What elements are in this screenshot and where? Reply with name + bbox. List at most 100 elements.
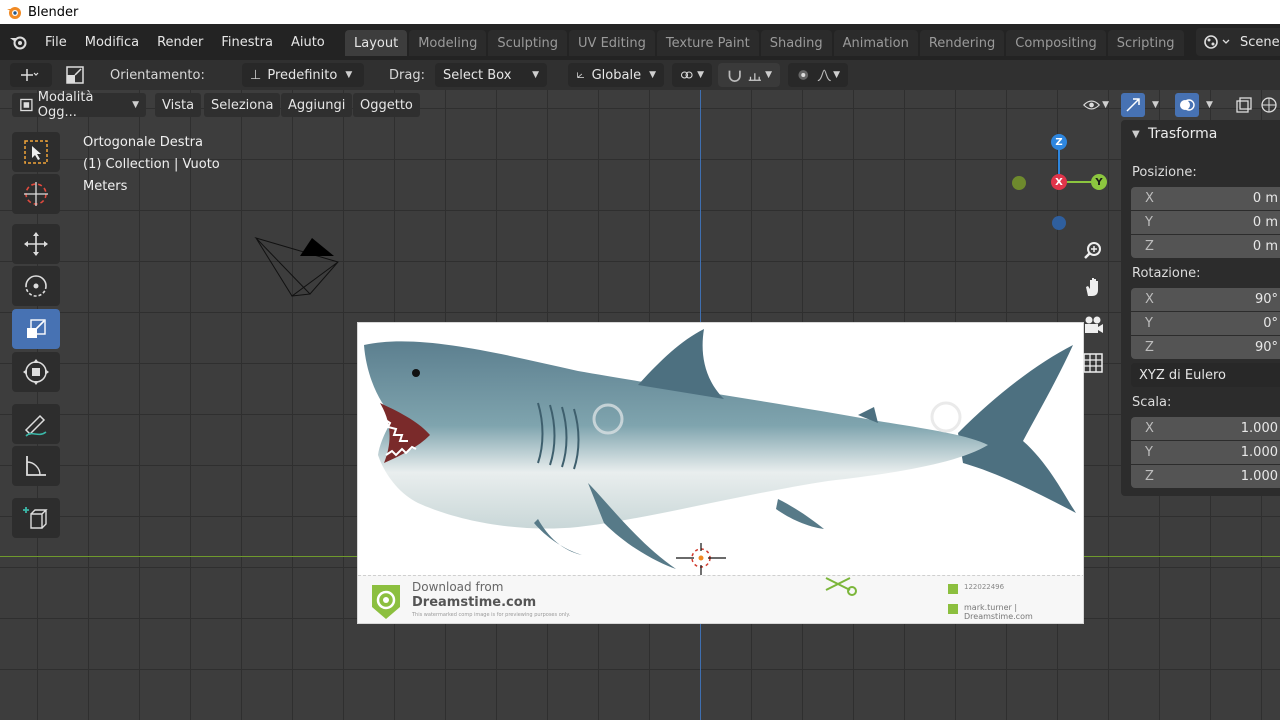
- rotation-x-field[interactable]: X 90°: [1131, 288, 1280, 311]
- tab-scripting[interactable]: Scripting: [1107, 30, 1184, 56]
- tab-sculpting[interactable]: Sculpting: [488, 30, 568, 56]
- gizmo-toggle[interactable]: [1121, 93, 1145, 117]
- menu-render[interactable]: Render: [148, 35, 212, 50]
- scale-x-field[interactable]: X 1.000: [1131, 417, 1280, 440]
- menu-help[interactable]: Aiuto: [282, 35, 334, 50]
- menu-file[interactable]: File: [36, 35, 76, 50]
- location-x-field[interactable]: X 0 m: [1131, 187, 1280, 210]
- 3d-viewport[interactable]: Modalità Ogg... ▼ Vista Seleziona Aggiun…: [0, 90, 1280, 720]
- pivot-point-dropdown[interactable]: ▼: [672, 63, 712, 87]
- shading-wireframe-button[interactable]: [1260, 93, 1280, 117]
- scene-name: Scene: [1240, 34, 1280, 50]
- menu-object[interactable]: Oggetto: [353, 93, 420, 117]
- chevron-down-icon[interactable]: ▼: [1147, 93, 1167, 117]
- blender-menu-icon[interactable]: [0, 34, 36, 50]
- zoom-icon[interactable]: [1078, 236, 1108, 266]
- tool-select-box[interactable]: [12, 132, 60, 172]
- object-mode-dropdown[interactable]: Modalità Ogg... ▼: [12, 90, 146, 120]
- location-z-field[interactable]: Z 0 m: [1131, 235, 1280, 258]
- perspective-grid-icon[interactable]: [1078, 348, 1108, 378]
- tab-texture-paint[interactable]: Texture Paint: [656, 30, 759, 56]
- tool-rotate[interactable]: [12, 266, 60, 306]
- camera-view-icon[interactable]: [1078, 310, 1108, 340]
- drag-dropdown[interactable]: Select Box ▼: [435, 63, 547, 87]
- tab-shading[interactable]: Shading: [760, 30, 832, 56]
- panel-title[interactable]: Trasforma: [1148, 126, 1217, 142]
- tool-transform[interactable]: [12, 352, 60, 392]
- tool-cursor[interactable]: [12, 174, 60, 214]
- tab-rendering[interactable]: Rendering: [919, 30, 1005, 56]
- collection-info: (1) Collection | Vuoto: [83, 157, 220, 172]
- location-y-field[interactable]: Y 0 m: [1131, 211, 1280, 234]
- transform-affect-icon[interactable]: [64, 63, 90, 87]
- xray-toggle[interactable]: [1232, 93, 1256, 117]
- link-icon: [680, 71, 693, 79]
- scene-selector[interactable]: Scene: [1196, 28, 1280, 56]
- transform-orientation-dropdown[interactable]: Globale ▼: [568, 63, 664, 87]
- tab-layout[interactable]: Layout: [345, 30, 408, 56]
- tool-mode-dropdown[interactable]: [10, 63, 52, 87]
- location-label: Posizione:: [1132, 165, 1197, 180]
- proportional-editing-toggle[interactable]: ▼: [788, 63, 848, 87]
- menu-select[interactable]: Seleziona: [204, 93, 281, 117]
- tool-add-cube[interactable]: [12, 498, 60, 538]
- top-menubar: File Modifica Render Finestra Aiuto Layo…: [0, 24, 1280, 60]
- chevron-down-icon: ▼: [833, 70, 840, 80]
- field-axis-label: Y: [1145, 316, 1153, 331]
- gizmo-neg-z-axis[interactable]: [1052, 216, 1066, 230]
- visibility-dropdown[interactable]: ▼: [1076, 93, 1116, 117]
- chevron-down-icon[interactable]: ▼: [1201, 93, 1221, 117]
- pan-hand-icon[interactable]: [1078, 272, 1108, 302]
- rotation-mode-dropdown[interactable]: XYZ di Eulero: [1131, 363, 1280, 387]
- rotation-z-field[interactable]: Z 90°: [1131, 336, 1280, 359]
- window-title: Blender: [28, 4, 79, 20]
- workspace-tabs: Layout Modeling Sculpting UV Editing Tex…: [345, 30, 1186, 56]
- transform-orientation-value: Globale: [591, 67, 642, 83]
- orientation-dropdown[interactable]: ⊥ Predefinito ▼: [242, 63, 364, 87]
- gizmo-x-axis[interactable]: X: [1051, 174, 1067, 190]
- camera-object[interactable]: [252, 236, 342, 298]
- chevron-down-icon: ▼: [532, 70, 539, 80]
- menu-add[interactable]: Aggiungi: [281, 93, 353, 117]
- gizmo-z-axis[interactable]: Z: [1051, 134, 1067, 150]
- collapse-triangle-icon[interactable]: ▼: [1132, 129, 1140, 140]
- menu-view[interactable]: Vista: [155, 93, 202, 117]
- measure-icon: [26, 456, 46, 476]
- field-value: 90°: [1254, 340, 1278, 355]
- overlays-icon: [1180, 99, 1195, 111]
- tab-uv-editing[interactable]: UV Editing: [569, 30, 655, 56]
- snap-toggle[interactable]: ▼: [718, 63, 780, 87]
- field-value: 1.000: [1240, 469, 1278, 484]
- tool-measure[interactable]: [12, 446, 60, 486]
- menu-window[interactable]: Finestra: [212, 35, 282, 50]
- gizmo-y-axis[interactable]: Y: [1091, 174, 1107, 190]
- tool-move[interactable]: [12, 224, 60, 264]
- rotation-y-field[interactable]: Y 0°: [1131, 312, 1280, 335]
- scale-label: Scala:: [1132, 395, 1172, 410]
- tab-animation[interactable]: Animation: [833, 30, 918, 56]
- navigation-gizmo[interactable]: Z X Y: [1008, 130, 1118, 230]
- field-value: 0°: [1263, 316, 1278, 331]
- shark-image: [364, 329, 1076, 569]
- magnet-icon: [728, 70, 741, 82]
- overlays-toggle[interactable]: [1175, 93, 1199, 117]
- eye-icon: [1083, 100, 1101, 110]
- scale-y-field[interactable]: Y 1.000: [1131, 441, 1280, 464]
- reference-image[interactable]: Download from Dreamstime.com This waterm…: [357, 322, 1084, 624]
- field-axis-label: X: [1145, 191, 1154, 206]
- gizmo-neg-y-axis[interactable]: [1012, 176, 1026, 190]
- blender-logo-icon: [7, 7, 21, 19]
- annotate-pencil-icon: [24, 414, 47, 437]
- tool-annotate[interactable]: [12, 404, 60, 444]
- tab-compositing[interactable]: Compositing: [1006, 30, 1106, 56]
- scale-z-field[interactable]: Z 1.000: [1131, 465, 1280, 488]
- window-titlebar: Blender: [0, 0, 1280, 24]
- move-icon: [24, 232, 48, 256]
- rotate-icon: [25, 275, 47, 297]
- tool-scale[interactable]: [12, 309, 60, 349]
- chevron-down-icon: ▼: [765, 70, 772, 80]
- menu-edit[interactable]: Modifica: [76, 35, 148, 50]
- tool-settings-bar: Orientamento: ⊥ Predefinito ▼ Drag: Sele…: [0, 60, 1280, 90]
- tab-modeling[interactable]: Modeling: [409, 30, 487, 56]
- chevron-down-icon: ▼: [132, 100, 139, 110]
